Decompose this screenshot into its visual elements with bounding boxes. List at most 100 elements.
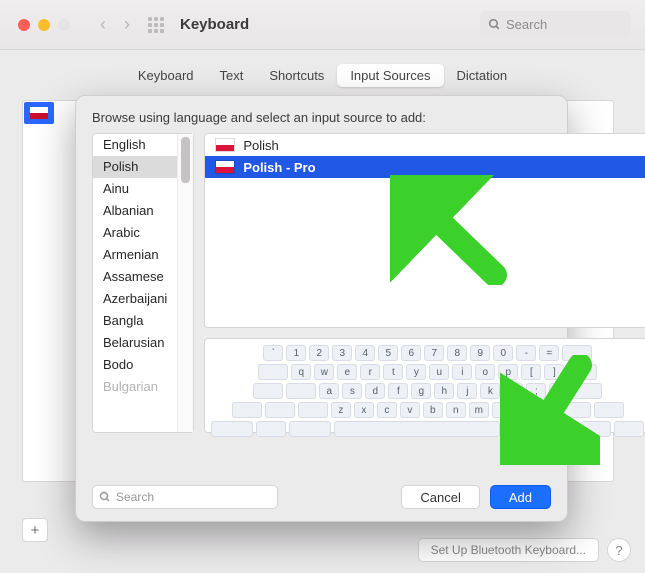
key-blank bbox=[265, 402, 295, 418]
input-source-item[interactable]: Polish bbox=[205, 134, 645, 156]
input-source-item[interactable]: Polish - Pro bbox=[205, 156, 645, 178]
existing-source-row[interactable] bbox=[24, 102, 54, 124]
key: a bbox=[319, 383, 339, 399]
language-search-input[interactable]: Search bbox=[92, 485, 278, 509]
language-item[interactable]: Bulgarian bbox=[93, 376, 177, 398]
key: w bbox=[314, 364, 334, 380]
toolbar-search[interactable]: Search bbox=[480, 11, 631, 37]
key: - bbox=[516, 345, 536, 361]
key: j bbox=[457, 383, 477, 399]
key: i bbox=[452, 364, 472, 380]
language-item[interactable]: English bbox=[93, 134, 177, 156]
key: l bbox=[503, 383, 523, 399]
key: t bbox=[383, 364, 403, 380]
forward-button[interactable]: › bbox=[124, 14, 130, 35]
key-blank bbox=[561, 402, 591, 418]
key-blank bbox=[232, 402, 262, 418]
input-source-list[interactable]: Polish Polish - Pro bbox=[204, 133, 645, 328]
key: x bbox=[354, 402, 374, 418]
key: k bbox=[480, 383, 500, 399]
language-item[interactable]: Azerbaijani bbox=[93, 288, 177, 310]
language-list[interactable]: EnglishPolishAinuAlbanianArabicArmenianA… bbox=[92, 133, 194, 433]
show-all-icon[interactable] bbox=[148, 17, 164, 33]
key: 7 bbox=[424, 345, 444, 361]
key: ` bbox=[263, 345, 283, 361]
tab-text[interactable]: Text bbox=[207, 64, 257, 87]
setup-bluetooth-button[interactable]: Set Up Bluetooth Keyboard... bbox=[418, 538, 599, 562]
key: y bbox=[406, 364, 426, 380]
key: n bbox=[446, 402, 466, 418]
language-scrollbar[interactable] bbox=[177, 134, 193, 432]
key: d bbox=[365, 383, 385, 399]
tab-shortcuts[interactable]: Shortcuts bbox=[256, 64, 337, 87]
sheet-title: Browse using language and select an inpu… bbox=[92, 110, 551, 125]
tab-bar: KeyboardTextShortcutsInput SourcesDictat… bbox=[0, 50, 645, 87]
language-item[interactable]: Arabic bbox=[93, 222, 177, 244]
key-blank bbox=[503, 421, 545, 437]
language-search-placeholder: Search bbox=[116, 490, 154, 504]
language-item[interactable]: Albanian bbox=[93, 200, 177, 222]
key: h bbox=[434, 383, 454, 399]
key: 1 bbox=[286, 345, 306, 361]
key: s bbox=[342, 383, 362, 399]
input-source-label: Polish - Pro bbox=[243, 160, 315, 175]
key: 4 bbox=[355, 345, 375, 361]
language-item[interactable]: Armenian bbox=[93, 244, 177, 266]
help-button[interactable]: ? bbox=[607, 538, 631, 562]
tab-input-sources[interactable]: Input Sources bbox=[337, 64, 443, 87]
key-blank bbox=[614, 421, 644, 437]
flag-icon bbox=[30, 107, 48, 119]
key: , bbox=[492, 402, 512, 418]
key: 6 bbox=[401, 345, 421, 361]
zoom-window-button[interactable] bbox=[58, 19, 70, 31]
key: e bbox=[337, 364, 357, 380]
key: ; bbox=[526, 383, 546, 399]
key: c bbox=[377, 402, 397, 418]
key: o bbox=[475, 364, 495, 380]
minimize-window-button[interactable] bbox=[38, 19, 50, 31]
key: m bbox=[469, 402, 489, 418]
tab-dictation[interactable]: Dictation bbox=[444, 64, 521, 87]
key: r bbox=[360, 364, 380, 380]
language-item[interactable]: Bodo bbox=[93, 354, 177, 376]
key-blank bbox=[562, 345, 592, 361]
language-item[interactable]: Belarusian bbox=[93, 332, 177, 354]
language-item[interactable]: Bangla bbox=[93, 310, 177, 332]
window-body: KeyboardTextShortcutsInput SourcesDictat… bbox=[0, 50, 645, 573]
key: 3 bbox=[332, 345, 352, 361]
key-blank bbox=[594, 402, 624, 418]
key: u bbox=[429, 364, 449, 380]
key: z bbox=[331, 402, 351, 418]
key: = bbox=[539, 345, 559, 361]
key-blank bbox=[258, 364, 288, 380]
key: 2 bbox=[309, 345, 329, 361]
key-blank bbox=[253, 383, 283, 399]
language-item[interactable]: Ainu bbox=[93, 178, 177, 200]
key: [ bbox=[521, 364, 541, 380]
key: 9 bbox=[470, 345, 490, 361]
tab-keyboard[interactable]: Keyboard bbox=[125, 64, 207, 87]
input-source-label: Polish bbox=[243, 138, 278, 153]
cancel-button[interactable]: Cancel bbox=[401, 485, 479, 509]
add-button[interactable]: Add bbox=[490, 485, 551, 509]
key: f bbox=[388, 383, 408, 399]
key-space bbox=[334, 421, 500, 437]
close-window-button[interactable] bbox=[18, 19, 30, 31]
window-title: Keyboard bbox=[180, 16, 249, 33]
language-item[interactable]: Assamese bbox=[93, 266, 177, 288]
key: ] bbox=[544, 364, 564, 380]
add-source-button[interactable]: + bbox=[22, 518, 48, 542]
language-item[interactable]: Polish bbox=[93, 156, 177, 178]
key: q bbox=[291, 364, 311, 380]
traffic-lights bbox=[18, 19, 70, 31]
search-icon bbox=[488, 18, 501, 31]
search-icon bbox=[99, 491, 111, 503]
key: ' bbox=[549, 383, 569, 399]
key: b bbox=[423, 402, 443, 418]
key-blank bbox=[567, 364, 597, 380]
key-blank bbox=[256, 421, 286, 437]
back-button[interactable]: ‹ bbox=[100, 14, 106, 35]
toolbar-search-placeholder: Search bbox=[506, 17, 547, 32]
keyboard-preview: `1234567890-=qwertyuiop[]asdfghjkl;'zxcv… bbox=[204, 338, 645, 433]
key: 0 bbox=[493, 345, 513, 361]
